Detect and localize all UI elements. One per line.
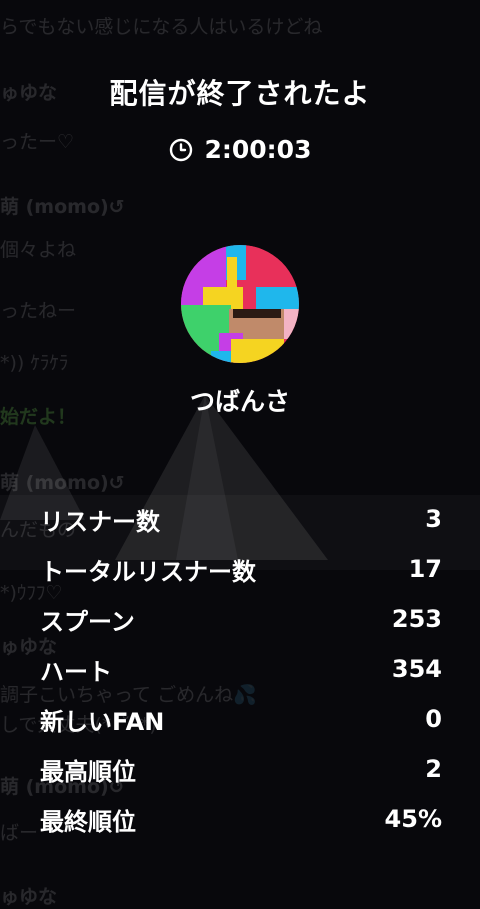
stat-label: 新しいFAN xyxy=(40,707,165,736)
stat-row-listeners: リスナー数 3 xyxy=(40,494,442,544)
chat-line: *)) ｹﾗｹﾗ xyxy=(0,352,69,374)
stat-value: 2 xyxy=(425,755,442,783)
stat-row-final-rank: 最終順位 45% xyxy=(40,794,442,844)
stat-row-hearts: ハート 354 xyxy=(40,644,442,694)
stat-label: 最終順位 xyxy=(40,807,136,836)
stream-duration: 2:00:03 xyxy=(0,135,480,164)
stat-label: リスナー数 xyxy=(40,507,160,536)
chat-line: 萌 (momo)↺ xyxy=(0,196,125,218)
chat-line: らでもない感じになる人はいるけどね xyxy=(0,16,323,38)
clock-icon xyxy=(169,138,192,161)
stat-row-new-fans: 新しいFAN 0 xyxy=(40,694,442,744)
stat-value: 45% xyxy=(384,805,442,833)
stats-list: リスナー数 3 トータルリスナー数 17 スプーン 253 ハート 354 新し… xyxy=(40,494,442,844)
page-title: 配信が終了されたよ xyxy=(109,77,371,110)
chat-line: 萌 (momo)↺ xyxy=(0,472,125,494)
username: つばんさ xyxy=(189,387,290,416)
stat-row-spoons: スプーン 253 xyxy=(40,594,442,644)
avatar[interactable] xyxy=(181,245,299,363)
stat-row-highest-rank: 最高順位 2 xyxy=(40,744,442,794)
stat-label: 最高順位 xyxy=(40,757,136,786)
chat-line: ったねー xyxy=(0,300,77,322)
stat-label: スプーン xyxy=(40,607,135,636)
stat-value: 253 xyxy=(391,605,442,633)
stat-value: 0 xyxy=(425,705,442,733)
chat-line: ばー xyxy=(0,822,39,844)
stat-label: トータルリスナー数 xyxy=(40,557,256,586)
stat-value: 17 xyxy=(408,555,442,583)
stat-value: 354 xyxy=(391,655,442,683)
stat-row-total-listeners: トータルリスナー数 17 xyxy=(40,544,442,594)
avatar-image xyxy=(181,245,299,363)
duration-value: 2:00:03 xyxy=(204,135,312,164)
chat-line: 個々よね xyxy=(0,239,77,261)
stat-label: ハート xyxy=(40,657,112,686)
stat-value: 3 xyxy=(425,505,442,533)
